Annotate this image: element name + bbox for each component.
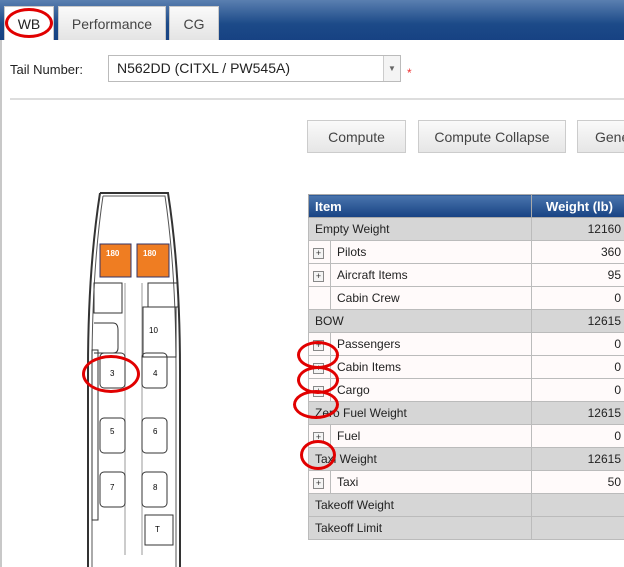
- tab-label: WB: [17, 15, 41, 32]
- generate-button[interactable]: Gene: [577, 120, 624, 153]
- table-row: Zero Fuel Weight 12615: [308, 401, 624, 425]
- row-item: Taxi Weight: [308, 447, 532, 471]
- expand-plus-icon[interactable]: +: [313, 478, 324, 489]
- row-item: Empty Weight: [308, 217, 532, 241]
- row-weight: 0: [531, 286, 624, 310]
- tab-cg[interactable]: CG: [169, 6, 219, 40]
- tab-wb[interactable]: WB: [4, 6, 54, 40]
- expand-plus-icon[interactable]: +: [313, 363, 324, 374]
- expand-cell[interactable]: +: [308, 263, 331, 287]
- seat-label: 6: [153, 427, 158, 436]
- row-item: Zero Fuel Weight: [308, 401, 532, 425]
- row-item: Aircraft Items: [330, 263, 532, 287]
- table-row: + Pilots 360: [308, 240, 624, 264]
- table-row: + Taxi 50: [308, 470, 624, 494]
- table-row: + Passengers 0: [308, 332, 624, 356]
- row-weight: 12160: [531, 217, 624, 241]
- seat-label: 10: [149, 326, 158, 335]
- weight-table: Item Weight (lb) Empty Weight 12160 + Pilot…: [308, 194, 624, 540]
- tail-number-select[interactable]: N562DD (CITXL / PW545A) ▼: [108, 55, 401, 82]
- tab-label: CG: [183, 15, 205, 32]
- row-item: Takeoff Weight: [308, 493, 532, 517]
- row-weight: 95: [531, 263, 624, 287]
- panel-border: [0, 40, 2, 567]
- expand-cell[interactable]: +: [308, 240, 331, 264]
- row-weight: 50: [531, 470, 624, 494]
- expand-plus-icon[interactable]: +: [313, 271, 324, 282]
- divider: [10, 98, 624, 100]
- table-row: + Cabin Items 0: [308, 355, 624, 379]
- row-item: Cargo: [330, 378, 532, 402]
- compute-collapse-button[interactable]: Compute Collapse: [418, 120, 566, 153]
- seat-10[interactable]: [142, 306, 177, 358]
- row-weight: 12615: [531, 447, 624, 471]
- tab-label: Performance: [71, 15, 153, 32]
- row-item: BOW: [308, 309, 532, 333]
- pilot-weight: 180: [106, 249, 120, 258]
- compute-button[interactable]: Compute: [307, 120, 406, 153]
- table-row: Takeoff Limit: [308, 516, 624, 540]
- row-weight: 0: [531, 424, 624, 448]
- seat-label: 5: [110, 427, 115, 436]
- expand-cell[interactable]: +: [308, 424, 331, 448]
- seat-map: 180 180 10 3 4 5 6 7 8 T: [87, 192, 181, 567]
- row-weight: [531, 516, 624, 540]
- required-marker: *: [407, 66, 412, 80]
- table-row: Taxi Weight 12615: [308, 447, 624, 471]
- row-weight: [531, 493, 624, 517]
- chevron-down-icon[interactable]: ▼: [383, 56, 400, 81]
- table-row: + Fuel 0: [308, 424, 624, 448]
- table-row: + Aircraft Items 95: [308, 263, 624, 287]
- seat-label: T: [155, 525, 160, 534]
- table-row: Takeoff Weight: [308, 493, 624, 517]
- row-item: Cabin Items: [330, 355, 532, 379]
- row-weight: 0: [531, 332, 624, 356]
- expand-cell[interactable]: +: [308, 332, 331, 356]
- expand-cell[interactable]: +: [308, 378, 331, 402]
- tail-number-label: Tail Number:: [10, 62, 83, 77]
- expand-cell[interactable]: +: [308, 470, 331, 494]
- table-row: Cabin Crew 0: [308, 286, 624, 310]
- expand-cell: [308, 286, 331, 310]
- row-item: Pilots: [330, 240, 532, 264]
- row-item: Passengers: [330, 332, 532, 356]
- row-weight: 12615: [531, 309, 624, 333]
- expand-plus-icon[interactable]: +: [313, 432, 324, 443]
- seat-label: 3: [110, 369, 115, 378]
- table-row: Empty Weight 12160: [308, 217, 624, 241]
- tab-performance[interactable]: Performance: [58, 6, 166, 40]
- seat-label: 7: [110, 483, 115, 492]
- table-row: + Cargo 0: [308, 378, 624, 402]
- expand-plus-icon[interactable]: +: [313, 248, 324, 259]
- row-weight: 360: [531, 240, 624, 264]
- row-weight: 12615: [531, 401, 624, 425]
- tail-number-value: N562DD (CITXL / PW545A): [117, 60, 290, 76]
- column-header-weight: Weight (lb): [531, 194, 624, 218]
- row-item: Cabin Crew: [330, 286, 532, 310]
- row-weight: 0: [531, 355, 624, 379]
- column-header-item: Item: [308, 194, 532, 218]
- seat-label: 4: [153, 369, 158, 378]
- pilot-weight: 180: [143, 249, 157, 258]
- expand-cell[interactable]: +: [308, 355, 331, 379]
- row-item: Takeoff Limit: [308, 516, 532, 540]
- row-item: Fuel: [330, 424, 532, 448]
- row-item: Taxi: [330, 470, 532, 494]
- row-weight: 0: [531, 378, 624, 402]
- table-row: BOW 12615: [308, 309, 624, 333]
- expand-plus-icon[interactable]: +: [313, 340, 324, 351]
- seat-label: 8: [153, 483, 158, 492]
- expand-plus-icon[interactable]: +: [313, 386, 324, 397]
